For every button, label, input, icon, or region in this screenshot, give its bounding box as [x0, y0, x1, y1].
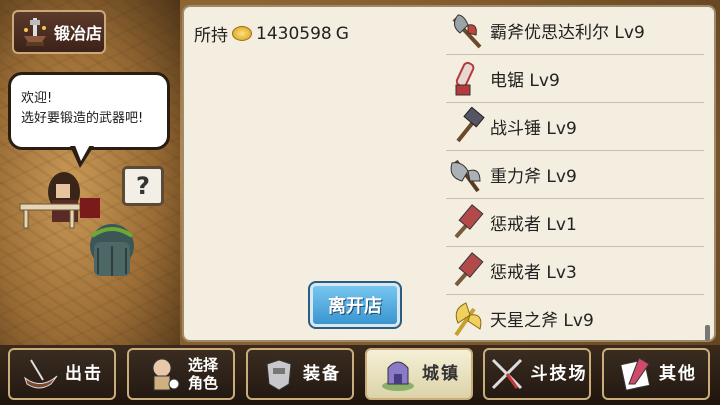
weapon-name: 电锯 Lv9 [490, 71, 560, 91]
weapon-row[interactable]: 重力斧 Lv9 [446, 151, 704, 199]
nav-sortie-button[interactable]: 出击 [8, 348, 116, 400]
speech-bubble-tail [70, 143, 94, 168]
nav-equipment-button[interactable]: 装备 [246, 348, 354, 400]
weapon-name: 惩戒者 Lv1 [490, 215, 577, 235]
npc-speech-bubble: 欢迎! 选好要锻造的武器吧! [8, 72, 170, 150]
arena-icon [491, 358, 522, 390]
weapon-list-scrollbar[interactable] [705, 325, 710, 341]
nav-label: 城镇 [422, 364, 460, 384]
weapon-row[interactable]: 惩戒者 Lv1 [446, 199, 704, 247]
weapon-name: 战斗锤 Lv9 [490, 119, 577, 139]
nav-label: 出击 [65, 364, 103, 384]
weapon-row[interactable]: 惩戒者 Lv3 [446, 247, 704, 295]
nav-label-line-1: 选择 [187, 356, 218, 374]
weapon-name: 惩戒者 Lv3 [490, 263, 577, 283]
shop-title: 锻冶店 [54, 24, 103, 43]
war-hammer-icon [456, 106, 485, 142]
character-select-icon [152, 358, 180, 391]
nav-character-select-button[interactable]: 选择 角色 [127, 348, 235, 400]
nav-town-button[interactable]: 城镇 [365, 348, 473, 400]
weapon-row[interactable]: 霸斧优思达利尔 Lv9 [446, 7, 704, 55]
shop-title-tag: 锻冶店 [12, 10, 106, 54]
gravity-axe-icon [450, 159, 481, 192]
leave-shop-button[interactable]: 离开店 [308, 281, 402, 329]
town-icon [382, 361, 414, 391]
anvil-icon [24, 18, 46, 46]
weapon-row[interactable]: 战斗锤 Lv9 [446, 103, 704, 151]
weapon-name: 霸斧优思达利尔 Lv9 [490, 23, 645, 43]
gold-prefix: 所持 [194, 26, 228, 46]
punisher-hammer-icon [454, 251, 484, 286]
player-sprite [90, 224, 134, 276]
weapon-row[interactable]: 电锯 Lv9 [446, 55, 704, 103]
gold-coin-icon [232, 26, 252, 41]
sortie-icon [24, 359, 58, 389]
nav-arena-button[interactable]: 斗技场 [483, 348, 591, 400]
gold-amount: 1430598 [256, 23, 332, 44]
star-axe-icon [454, 301, 482, 336]
weapon-row[interactable]: 天星之斧 Lv9 [446, 295, 704, 342]
forge-panel: 所持 1430598 G 离开店 霸斧优思达利尔 Lv9 电锯 Lv9 战斗锤 … [182, 5, 716, 342]
nav-other-button[interactable]: 其他 [602, 348, 710, 400]
weapon-name: 天星之斧 Lv9 [490, 311, 594, 331]
punisher-hammer-icon [454, 203, 484, 238]
speech-line-2: 选好要锻造的武器吧! [21, 111, 144, 126]
chainsaw-icon [455, 61, 475, 95]
equipment-icon [266, 359, 292, 391]
gold-display: 所持 1430598 G [194, 21, 349, 47]
battle-axe-icon [452, 13, 482, 48]
weapon-list: 霸斧优思达利尔 Lv9 电锯 Lv9 战斗锤 Lv9 重力斧 Lv9 惩戒者 L… [446, 7, 704, 342]
help-button[interactable]: ? [122, 166, 164, 206]
gold-unit: G [335, 23, 349, 44]
nav-label-line-2: 角色 [187, 374, 218, 392]
nav-label: 其他 [659, 364, 697, 384]
bottom-nav: 出击 选择 角色 装备 城镇 斗技场 其他 [0, 345, 720, 405]
weapon-name: 重力斧 Lv9 [490, 167, 577, 187]
speech-line-1: 欢迎! [21, 91, 53, 106]
nav-label: 装备 [303, 364, 341, 384]
nav-label: 斗技场 [530, 364, 588, 384]
other-icon [620, 357, 651, 391]
